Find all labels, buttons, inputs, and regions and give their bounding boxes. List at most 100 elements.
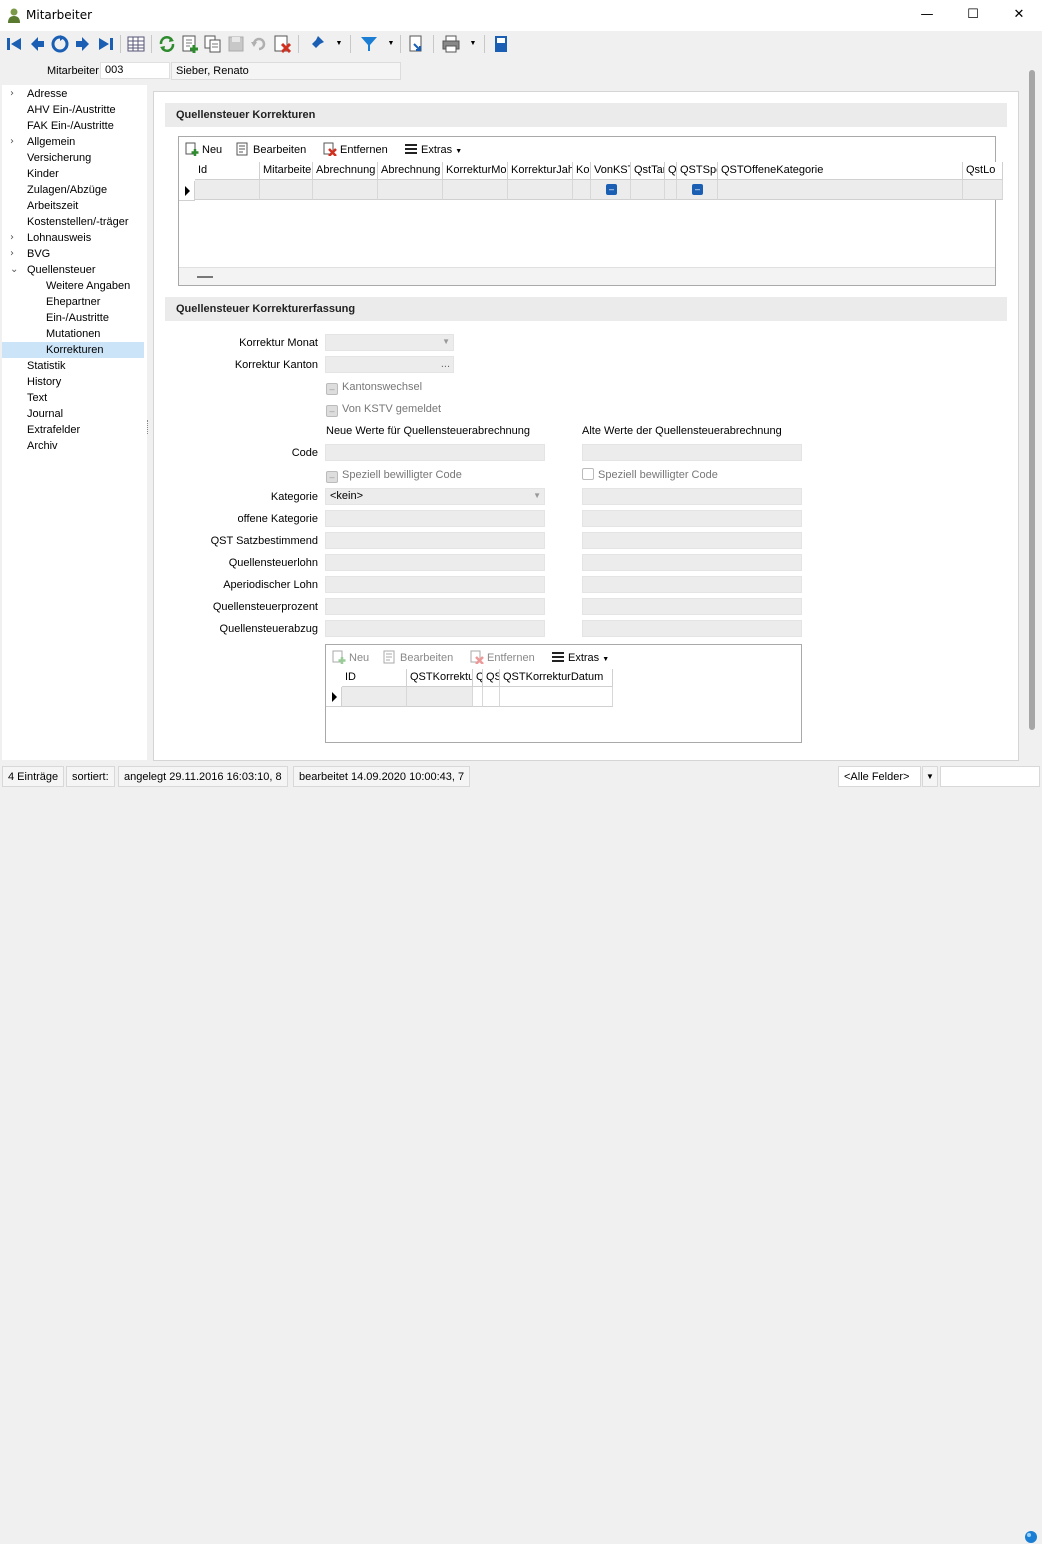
korrektur-monat-select[interactable]: ▼ [325, 334, 454, 351]
column-header[interactable]: KorrekturJah [508, 162, 573, 180]
kstv-checkbox[interactable]: – Von KSTV gemeldet [326, 401, 441, 417]
column-header[interactable]: QstTar [631, 162, 665, 180]
grid-cell[interactable]: – [677, 180, 718, 200]
grid-new-button[interactable]: Neu [185, 140, 222, 160]
column-header[interactable]: Mitarbeite [260, 162, 313, 180]
last-record-icon[interactable] [96, 34, 116, 54]
column-header[interactable]: Abrechnung [378, 162, 443, 180]
grid-cell[interactable] [508, 180, 573, 200]
grid-extras-button[interactable]: Extras ▼ [404, 140, 462, 160]
grid-cell[interactable] [631, 180, 665, 200]
table-view-icon[interactable] [126, 34, 146, 54]
column-header[interactable]: QSTKorrekturDatum [500, 669, 613, 687]
kategorie-select[interactable]: <kein> ▼ [325, 488, 545, 505]
checkbox-icon[interactable]: – [606, 184, 617, 195]
column-header[interactable]: QSTOffeneKategorie [718, 162, 963, 180]
chevron-right-icon[interactable]: › [10, 86, 14, 102]
close-button[interactable]: ✕ [996, 0, 1042, 31]
nav-item-quellensteuer[interactable]: ⌄ Quellensteuer [2, 262, 144, 278]
column-header[interactable]: Q [473, 669, 483, 687]
globe-icon[interactable] [1024, 1530, 1038, 1544]
field-filter-select[interactable]: <Alle Felder> [838, 766, 921, 787]
new-record-icon[interactable] [180, 34, 200, 54]
nav-item-ein-austritte[interactable]: Ein-/Austritte [2, 310, 144, 326]
scrollbar-thumb-small[interactable] [197, 276, 213, 278]
document-icon[interactable] [491, 34, 511, 54]
nav-item-history[interactable]: History [2, 374, 144, 390]
aperiodischer-lohn-new-field[interactable] [325, 576, 545, 593]
quellensteuerlohn-new-field[interactable] [325, 554, 545, 571]
print-dropdown-icon[interactable]: ▼ [468, 34, 478, 54]
grid-cell[interactable] [260, 180, 313, 200]
chevron-down-icon[interactable]: ⌄ [10, 262, 18, 278]
grid2-extras-button[interactable]: Extras ▼ [551, 648, 609, 668]
grid-cell[interactable] [342, 687, 407, 707]
grid-cell[interactable] [483, 687, 500, 707]
undo-icon[interactable] [249, 34, 269, 54]
grid-horizontal-scrollbar[interactable] [179, 267, 995, 285]
filter-dropdown-icon[interactable]: ▼ [922, 766, 938, 787]
code-new-field[interactable] [325, 444, 545, 461]
next-record-icon[interactable] [73, 34, 93, 54]
filter-icon[interactable] [359, 34, 379, 54]
nav-item-text[interactable]: Text [2, 390, 144, 406]
grid-remove-button[interactable]: Entfernen [323, 140, 388, 160]
nav-item-extrafelder[interactable]: Extrafelder [2, 422, 144, 438]
nav-item-adresse[interactable]: › Adresse [2, 86, 144, 102]
column-header[interactable]: KorrekturMo [443, 162, 508, 180]
column-header[interactable]: VonKST [591, 162, 631, 180]
save-icon[interactable] [226, 34, 246, 54]
grid2-remove-button[interactable]: Entfernen [470, 648, 535, 668]
nav-item-kinder[interactable]: Kinder [2, 166, 144, 182]
nav-item-versicherung[interactable]: Versicherung [2, 150, 144, 166]
grid-cell[interactable] [195, 180, 260, 200]
kanton-browse-button[interactable]: ... [441, 358, 450, 370]
chevron-right-icon[interactable]: › [10, 230, 14, 246]
nav-item-journal[interactable]: Journal [2, 406, 144, 422]
filter-dropdown-icon[interactable]: ▼ [386, 34, 396, 54]
grid-cell[interactable] [313, 180, 378, 200]
first-record-icon[interactable] [4, 34, 24, 54]
nav-item-allgemein[interactable]: › Allgemein [2, 134, 144, 150]
nav-item-lohnausweis[interactable]: › Lohnausweis [2, 230, 144, 246]
delete-record-icon[interactable] [272, 34, 292, 54]
grid-cell[interactable] [718, 180, 963, 200]
grid-edit-button[interactable]: Bearbeiten [236, 140, 306, 160]
chevron-right-icon[interactable]: › [10, 246, 14, 262]
row-indicator[interactable] [326, 687, 342, 707]
nav-item-kostenstellen-tr-ger[interactable]: Kostenstellen/-träger [2, 214, 144, 230]
reload-icon[interactable] [157, 34, 177, 54]
grid-cell[interactable] [665, 180, 677, 200]
column-header[interactable]: Id [195, 162, 260, 180]
copy-record-icon[interactable] [203, 34, 223, 54]
nav-item-zulagen-abz-ge[interactable]: Zulagen/Abzüge [2, 182, 144, 198]
print-icon[interactable] [441, 34, 461, 54]
search-input[interactable] [940, 766, 1040, 787]
nav-item-ehepartner[interactable]: Ehepartner [2, 294, 144, 310]
checkbox-icon[interactable]: – [692, 184, 703, 195]
grid-cell[interactable] [500, 687, 613, 707]
column-header[interactable]: Ko [573, 162, 591, 180]
column-header[interactable]: ID [342, 669, 407, 687]
refresh-circle-icon[interactable] [50, 34, 70, 54]
export-icon[interactable] [406, 34, 426, 54]
row-indicator[interactable] [179, 181, 195, 201]
offene-kategorie-new-field[interactable] [325, 510, 545, 527]
grid-cell[interactable] [573, 180, 591, 200]
korrektur-kanton-field[interactable]: ... [325, 356, 454, 373]
nav-item-weitere-angaben[interactable]: Weitere Angaben [2, 278, 144, 294]
maximize-button[interactable]: ☐ [950, 0, 996, 31]
pin-dropdown-icon[interactable]: ▼ [334, 34, 344, 54]
grid2-edit-button[interactable]: Bearbeiten [383, 648, 453, 668]
grid-cell[interactable] [963, 180, 1003, 200]
grid-cell[interactable] [473, 687, 483, 707]
grid2-new-button[interactable]: Neu [332, 648, 369, 668]
grid-cell[interactable]: – [591, 180, 631, 200]
nav-item-fak-ein-austritte[interactable]: FAK Ein-/Austritte [2, 118, 144, 134]
satzbestimmend-new-field[interactable] [325, 532, 545, 549]
grid-cell[interactable] [378, 180, 443, 200]
quellensteuerabzug-new-field[interactable] [325, 620, 545, 637]
quellensteuerprozent-new-field[interactable] [325, 598, 545, 615]
column-header[interactable]: QS [483, 669, 500, 687]
chevron-right-icon[interactable]: › [10, 134, 14, 150]
